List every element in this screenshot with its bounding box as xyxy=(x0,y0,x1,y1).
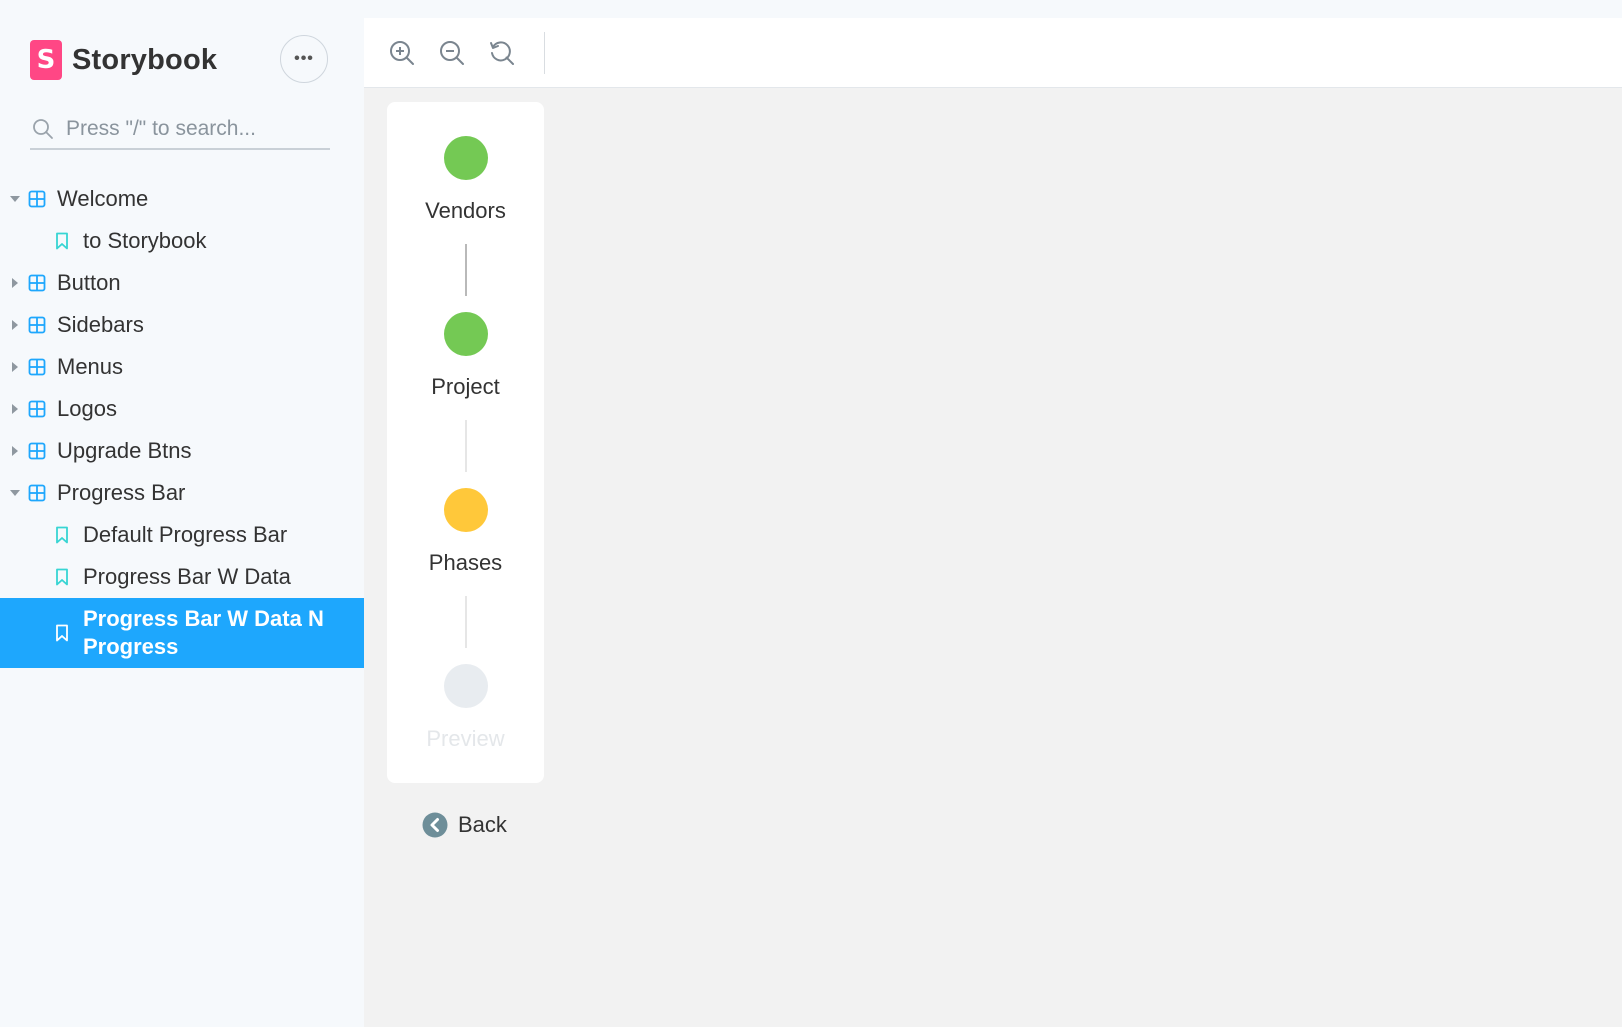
component-icon xyxy=(28,400,46,418)
bookmark-icon xyxy=(56,232,68,250)
tree-group-menus[interactable]: Menus xyxy=(0,346,364,388)
tree-story-default-progress-bar[interactable]: Default Progress Bar xyxy=(0,514,364,556)
storybook-logo-icon: S xyxy=(30,40,62,80)
step-connector xyxy=(465,420,467,472)
chevron-left-circle-icon xyxy=(422,812,448,838)
caret-right-icon xyxy=(12,320,18,330)
caret-right-icon xyxy=(12,404,18,414)
tree-group-label: Upgrade Btns xyxy=(57,438,192,463)
component-icon xyxy=(28,316,46,334)
component-icon xyxy=(28,484,46,502)
caret-right-icon xyxy=(12,362,18,372)
caret-right-icon xyxy=(12,446,18,456)
search-icon xyxy=(33,119,53,139)
component-icon xyxy=(28,358,46,376)
tree-group-label: Menus xyxy=(57,354,124,379)
tree-story-label: to Storybook xyxy=(83,228,207,253)
sidebar: S Storybook ••• Welcome xyxy=(0,0,364,1027)
back-label: Back xyxy=(458,812,507,837)
caret-down-icon xyxy=(10,490,20,496)
tree-story-label: Progress Bar W Data N Progress xyxy=(83,606,324,659)
tree-story-label: Progress Bar W Data xyxy=(83,564,291,589)
component-icon xyxy=(28,190,46,208)
preview-canvas: Vendors Project Phases Preview Back xyxy=(364,88,1622,1027)
caret-right-icon xyxy=(12,278,18,288)
back-link[interactable]: Back xyxy=(422,810,507,840)
zoom-in-button[interactable] xyxy=(384,35,420,71)
progress-bar-card: Vendors Project Phases Preview xyxy=(387,102,544,783)
brand-name: Storybook xyxy=(72,43,218,76)
search-input[interactable] xyxy=(66,117,316,141)
brand[interactable]: S Storybook xyxy=(30,38,217,82)
zoom-reset-icon xyxy=(490,40,514,65)
bookmark-icon xyxy=(56,624,68,642)
step-connector xyxy=(465,596,467,648)
preview-toolbar xyxy=(364,18,1622,88)
step-label: Phases xyxy=(428,550,503,575)
tree-group-button[interactable]: Button xyxy=(0,262,364,304)
zoom-out-button[interactable] xyxy=(434,35,470,71)
component-icon xyxy=(28,274,46,292)
tree-group-upgrade-btns[interactable]: Upgrade Btns xyxy=(0,430,364,472)
caret-down-icon xyxy=(10,196,20,202)
tree-group-progress-bar[interactable]: Progress Bar xyxy=(0,472,364,514)
bookmark-icon xyxy=(56,526,68,544)
tree-group-welcome[interactable]: Welcome xyxy=(0,178,364,220)
storybook-app: S Storybook ••• Welcome xyxy=(0,0,1622,1027)
step-dot-in-progress xyxy=(444,488,488,532)
tree-group-label: Welcome xyxy=(57,186,149,211)
step-label: Preview xyxy=(426,726,505,751)
tree-story-progress-bar-w-data[interactable]: Progress Bar W Data xyxy=(0,556,364,598)
step-dot-complete xyxy=(444,136,488,180)
tree-group-logos[interactable]: Logos xyxy=(0,388,364,430)
tree-group-label: Button xyxy=(57,270,121,295)
step-dot-pending xyxy=(444,664,488,708)
tree-story-label: Default Progress Bar xyxy=(83,522,288,547)
zoom-in-icon xyxy=(390,40,414,65)
tree-group-label: Logos xyxy=(57,396,117,421)
tree-story-to-storybook[interactable]: to Storybook xyxy=(0,220,364,262)
story-tree: Welcome to Storybook Button Sidebars Men… xyxy=(0,178,364,668)
step-label: Project xyxy=(431,374,500,399)
zoom-reset-button[interactable] xyxy=(484,35,520,71)
tree-group-sidebars[interactable]: Sidebars xyxy=(0,304,364,346)
toolbar-divider xyxy=(544,31,545,74)
tree-group-label: Progress Bar xyxy=(57,480,186,505)
zoom-out-icon xyxy=(440,40,464,65)
step-dot-complete xyxy=(444,312,488,356)
search-bar xyxy=(30,110,330,150)
step-connector xyxy=(465,244,467,296)
component-icon xyxy=(28,442,46,460)
tree-group-label: Sidebars xyxy=(57,312,144,337)
bookmark-icon xyxy=(56,568,68,586)
tree-story-progress-bar-w-data-n-progress[interactable]: Progress Bar W Data N Progress xyxy=(0,598,364,668)
step-label: Vendors xyxy=(425,198,506,223)
more-options-button[interactable]: ••• xyxy=(280,35,328,83)
